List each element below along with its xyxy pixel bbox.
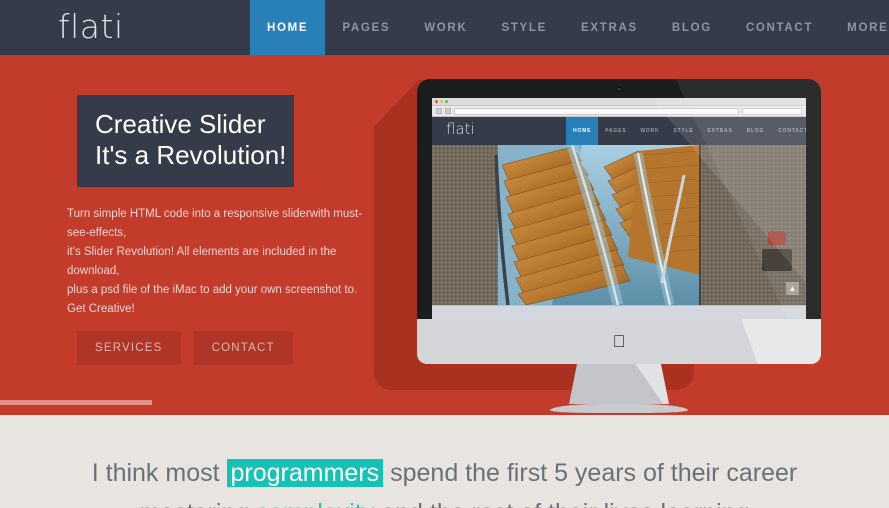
imac-chin:  bbox=[417, 319, 821, 364]
screen-nav-item-pages[interactable]: PAGES bbox=[598, 117, 633, 145]
quote-line1-part1: I think most bbox=[91, 459, 227, 487]
webcam-icon bbox=[617, 87, 621, 91]
minimize-window-icon[interactable] bbox=[440, 100, 443, 103]
screen-site-nav-items: HOME PAGES WORK STYLE EXTRAS BLOG CONTAC… bbox=[566, 117, 806, 145]
hero-headline-line-2: It's a Revolution! bbox=[95, 140, 287, 170]
imac-stand bbox=[569, 364, 669, 404]
screen-nav-item-style[interactable]: STYLE bbox=[666, 117, 700, 145]
nav-item-style[interactable]: STYLE bbox=[484, 0, 564, 55]
browser-toolbar bbox=[432, 106, 806, 117]
scroll-to-top-icon[interactable]: ▲ bbox=[786, 282, 799, 295]
quote-line2-part2: and the rest of their lives learning bbox=[374, 499, 749, 508]
slider-progress-track[interactable] bbox=[0, 400, 889, 410]
main-nav: HOME PAGES WORK STYLE EXTRAS BLOG CONTAC… bbox=[250, 0, 889, 55]
imac-screen: flati HOME PAGES WORK STYLE EXTRAS BLOG … bbox=[432, 98, 806, 319]
screen-nav-item-home[interactable]: HOME bbox=[566, 117, 599, 145]
hero-description-line-2: it's Slider Revolution! All elements are… bbox=[67, 246, 337, 277]
screen-nav-item-contact[interactable]: CONTACT bbox=[771, 117, 806, 145]
nav-item-home[interactable]: HOME bbox=[250, 0, 326, 55]
contact-button[interactable]: CONTACT bbox=[193, 331, 293, 365]
nav-item-extras[interactable]: EXTRAS bbox=[564, 0, 655, 55]
hero-description: Turn simple HTML code into a responsive … bbox=[67, 205, 367, 319]
quote-line2-part1: mastering bbox=[139, 499, 256, 508]
quote-line1-part2: spend the first 5 years of their career bbox=[383, 459, 798, 487]
nav-item-contact[interactable]: CONTACT bbox=[729, 0, 830, 55]
quote-highlight-programmers: programmers bbox=[226, 459, 384, 487]
hero-description-line-4: Get Creative! bbox=[67, 303, 135, 315]
page-root: flati HOME PAGES WORK STYLE EXTRAS BLOG … bbox=[0, 0, 889, 508]
screen-nav-item-blog[interactable]: BLOG bbox=[740, 117, 772, 145]
hero-headline-box: Creative Slider It's a Revolution! bbox=[77, 95, 294, 187]
address-bar-input[interactable] bbox=[454, 107, 739, 115]
site-logo[interactable]: flati bbox=[58, 7, 124, 47]
imac-bezel: flati HOME PAGES WORK STYLE EXTRAS BLOG … bbox=[417, 79, 821, 319]
services-button[interactable]: SERVICES bbox=[77, 331, 181, 365]
browser-titlebar bbox=[432, 98, 806, 106]
screen-site-logo: flati bbox=[446, 120, 475, 138]
top-navigation-bar: flati HOME PAGES WORK STYLE EXTRAS BLOG … bbox=[0, 0, 889, 55]
nav-item-blog[interactable]: BLOG bbox=[655, 0, 729, 55]
screen-content-strip bbox=[432, 305, 806, 319]
hero-description-line-1: Turn simple HTML code into a responsive … bbox=[67, 208, 363, 239]
forward-icon[interactable] bbox=[445, 108, 451, 114]
screen-site-navigation: flati HOME PAGES WORK STYLE EXTRAS BLOG … bbox=[432, 117, 806, 145]
hero-slider: Creative Slider It's a Revolution! Turn … bbox=[0, 55, 889, 415]
imac-mockup: flati HOME PAGES WORK STYLE EXTRAS BLOG … bbox=[417, 79, 821, 413]
hero-headline-line-1: Creative Slider bbox=[95, 109, 266, 139]
screen-nav-item-work[interactable]: WORK bbox=[633, 117, 666, 145]
slider-progress-bar bbox=[0, 400, 152, 405]
hero-description-line-3: plus a psd file of the iMac to add your … bbox=[67, 284, 358, 296]
close-window-icon[interactable] bbox=[435, 100, 438, 103]
nav-item-work[interactable]: WORK bbox=[407, 0, 484, 55]
screen-nav-item-extras[interactable]: EXTRAS bbox=[701, 117, 740, 145]
zoom-window-icon[interactable] bbox=[445, 100, 448, 103]
hero-cta-group: SERVICES CONTACT bbox=[77, 331, 293, 365]
quote-highlight-complexity: complexity bbox=[256, 499, 375, 508]
quote-section: I think most programmers spend the first… bbox=[0, 415, 889, 508]
screen-hero-photo: ▲ bbox=[432, 145, 806, 305]
browser-search-input[interactable] bbox=[742, 107, 802, 115]
staircase-illustration bbox=[432, 145, 806, 305]
nav-item-pages[interactable]: PAGES bbox=[325, 0, 407, 55]
apple-logo-icon:  bbox=[613, 333, 626, 350]
quote-text: I think most programmers spend the first… bbox=[0, 415, 889, 508]
nav-item-more-theme[interactable]: MORE THEME bbox=[830, 0, 889, 55]
back-icon[interactable] bbox=[436, 108, 442, 114]
